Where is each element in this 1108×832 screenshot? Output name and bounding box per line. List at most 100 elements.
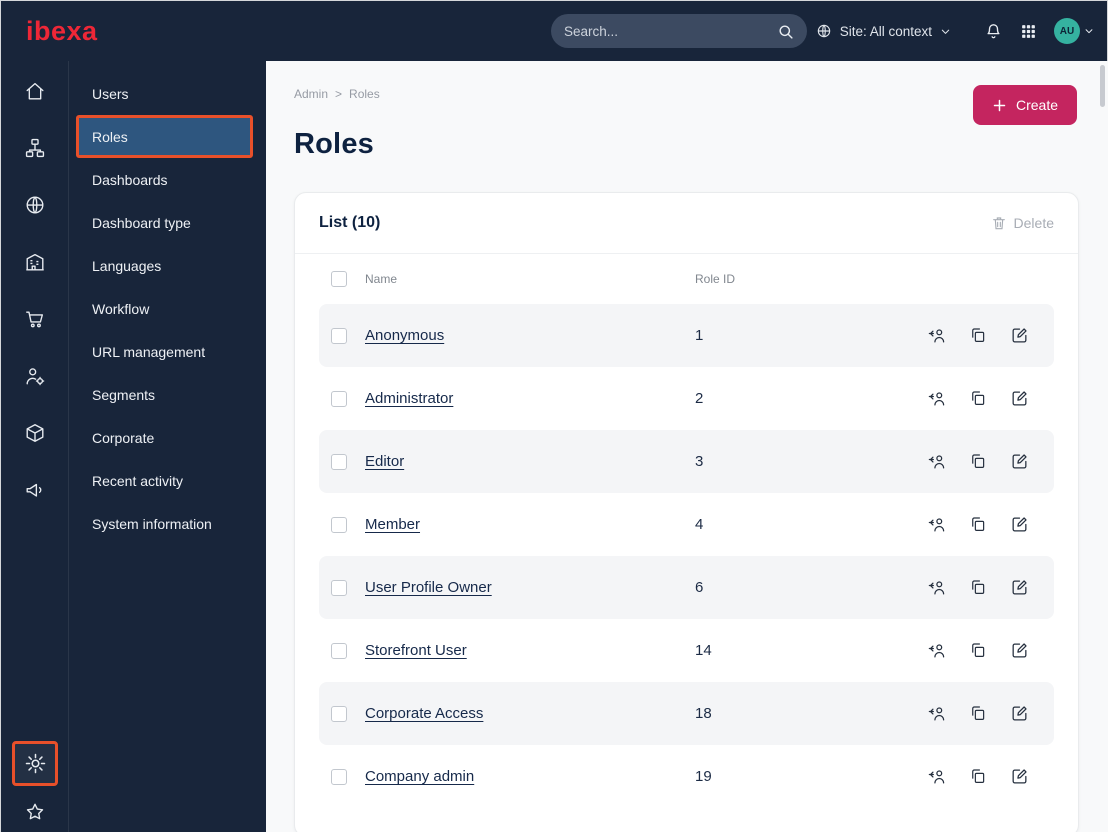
assign-users-button[interactable] [927,578,946,597]
copy-button[interactable] [969,452,987,471]
bookmarks-star-icon[interactable] [24,801,46,823]
scrollbar-thumb[interactable] [1100,65,1105,107]
role-name-link[interactable]: Storefront User [365,642,695,659]
sidebar-item[interactable]: Segments [76,373,253,416]
site-context-label: Site: All context [839,23,932,39]
row-checkbox[interactable] [331,642,347,659]
role-name-link[interactable]: Anonymous [365,327,695,344]
avatar[interactable]: AU [1054,18,1080,44]
sidebar-item[interactable]: Recent activity [76,459,253,502]
row-checkbox[interactable] [331,705,347,722]
site-globe-icon[interactable] [24,194,46,216]
role-name-link[interactable]: Administrator [365,390,695,407]
edit-button[interactable] [1010,578,1029,597]
edit-button[interactable] [1010,515,1029,534]
edit-button[interactable] [1010,389,1029,408]
table-row: Storefront User 14 [319,619,1054,682]
row-actions [914,515,1054,534]
sidebar-item[interactable]: URL management [76,330,253,373]
table-body: Anonymous 1 Administrator 2 Editor 3 Mem… [319,304,1054,808]
card-header: List (10) Delete [295,193,1078,254]
copy-button[interactable] [969,641,987,660]
site-context-selector[interactable]: Site: All context [816,23,951,39]
notifications-bell-button[interactable] [984,22,1003,41]
row-checkbox[interactable] [331,390,347,407]
role-id-value: 3 [695,453,704,470]
delete-button[interactable]: Delete [991,215,1054,231]
row-checkbox[interactable] [331,516,347,533]
row-checkbox[interactable] [331,579,347,596]
sidebar-item[interactable]: Workflow [76,287,253,330]
assign-users-button[interactable] [927,767,946,786]
role-id-value: 6 [695,579,704,596]
main-menu-rail [1,61,69,832]
edit-button[interactable] [1010,704,1029,723]
role-name-link[interactable]: Corporate Access [365,705,695,722]
assign-users-button[interactable] [927,641,946,660]
commerce-cart-icon[interactable] [24,308,46,330]
copy-button[interactable] [969,326,987,345]
search-icon[interactable] [777,23,794,40]
sidebar-item[interactable]: Users [76,72,253,115]
edit-button[interactable] [1010,326,1029,345]
sidebar-item-label: Languages [92,257,162,274]
edit-button[interactable] [1010,452,1029,471]
sidebar-item-label: Dashboard type [92,214,191,231]
sidebar-item[interactable]: Dashboard type [76,201,253,244]
product-catalog-icon[interactable] [24,422,46,444]
marketing-megaphone-icon[interactable] [24,479,46,501]
copy-button[interactable] [969,767,987,786]
assign-users-button[interactable] [927,515,946,534]
copy-button[interactable] [969,704,987,723]
create-button[interactable]: Create [972,85,1077,125]
assign-users-button[interactable] [927,326,946,345]
row-checkbox[interactable] [331,453,347,470]
edit-button[interactable] [1010,767,1029,786]
sidebar-item-label: Recent activity [92,472,184,489]
column-header-role-id: Role ID [695,272,736,286]
sidebar-item-label: Corporate [92,429,155,446]
search-input[interactable] [564,23,777,39]
role-name-link[interactable]: User Profile Owner [365,579,695,596]
assign-users-button[interactable] [927,389,946,408]
row-actions [914,326,1054,345]
select-all-checkbox[interactable] [331,271,347,287]
table-row: Editor 3 [319,430,1054,493]
sidebar-item-label: Segments [92,386,156,403]
main-content: Admin > Roles Create Roles List (10) Del… [266,61,1108,832]
edit-button[interactable] [1010,641,1029,660]
content-tree-icon[interactable] [24,137,46,159]
sidebar-item-label: URL management [92,343,206,360]
admin-menu: Users Roles Dashboards Dashboard type La… [69,72,266,545]
sidebar-item[interactable]: Roles [76,115,253,158]
sidebar-item[interactable]: Corporate [76,416,253,459]
admin-settings-button[interactable] [12,741,58,786]
customer-settings-icon[interactable] [24,365,46,387]
copy-button[interactable] [969,515,987,534]
sidebar-item[interactable]: Languages [76,244,253,287]
copy-button[interactable] [969,389,987,408]
search-bar[interactable] [551,14,807,48]
role-name-link[interactable]: Editor [365,453,695,470]
sidebar-item[interactable]: System information [76,502,253,545]
sidebar-item-label: Roles [92,128,128,145]
sidebar-item[interactable]: Dashboards [76,158,253,201]
breadcrumb-item-admin[interactable]: Admin [294,87,328,101]
table-row: Anonymous 1 [319,304,1054,367]
role-id-value: 4 [695,516,704,533]
apps-grid-button[interactable] [1020,23,1037,40]
user-menu[interactable]: AU [1054,18,1094,44]
role-name-link[interactable]: Company admin [365,768,695,785]
breadcrumb-separator: > [335,87,343,101]
topbar: ibexa Site: All context AU [1,1,1107,61]
row-checkbox[interactable] [331,327,347,344]
breadcrumb-item-roles: Roles [349,87,380,101]
assign-users-button[interactable] [927,452,946,471]
copy-button[interactable] [969,578,987,597]
row-checkbox[interactable] [331,768,347,785]
role-name-link[interactable]: Member [365,516,695,533]
home-icon[interactable] [24,80,46,102]
company-building-icon[interactable] [24,251,46,273]
ibexa-logo: ibexa [26,15,98,46]
assign-users-button[interactable] [927,704,946,723]
